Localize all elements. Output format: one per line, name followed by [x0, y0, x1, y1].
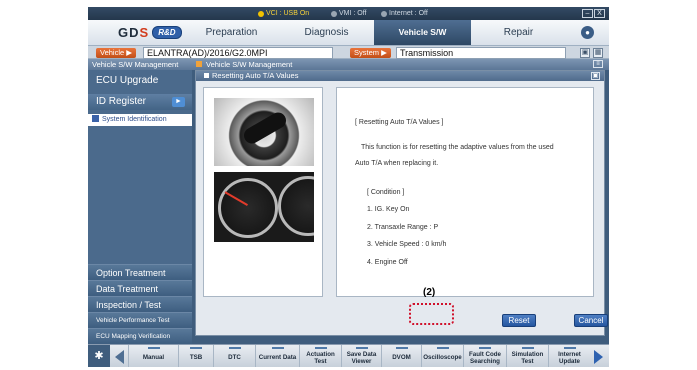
- vehicle-info-bar: Vehicle ▶ ELANTRA(AD)/2016/G2.0MPI Syste…: [88, 45, 609, 59]
- vehicle-label: Vehicle ▶: [96, 48, 137, 58]
- instruction-text: Auto T/A when replacing it.: [355, 160, 439, 167]
- internet-status-icon: [381, 10, 387, 17]
- menu-preparation[interactable]: Preparation: [184, 20, 279, 45]
- condition-item: 4. Engine Off: [367, 259, 408, 266]
- sidebar-item-option-treatment[interactable]: Option Treatment: [88, 264, 192, 280]
- reset-highlight-box: [409, 303, 454, 325]
- sidebar: ECU Upgrade ID Register ► System Identif…: [88, 70, 192, 344]
- system-field[interactable]: Transmission: [396, 47, 566, 59]
- internet-status-text: Internet : Off: [389, 10, 428, 17]
- close-button[interactable]: X: [594, 9, 605, 18]
- instruction-text: This function is for resetting the adapt…: [361, 144, 554, 151]
- toolbar-save-data-viewer[interactable]: Save Data Viewer: [341, 345, 381, 367]
- toolbar-dvom[interactable]: DVOM: [381, 345, 421, 367]
- bottom-toolbar: ✱ Manual TSB DTC Current Data Actuation T…: [88, 344, 609, 367]
- section-menu-icon[interactable]: ≡: [593, 60, 603, 68]
- reset-dialog-panel: Resetting Auto T/A Values ▣ [ Resetting …: [195, 70, 608, 336]
- sidebar-item-ecu-mapping-verification[interactable]: ECU Mapping Verification: [88, 328, 192, 344]
- section-title-right: Vehicle S/W Management: [206, 60, 293, 69]
- instrument-cluster-image: [214, 172, 314, 242]
- step-annotation: (2): [423, 287, 436, 298]
- search-icon[interactable]: ●: [581, 26, 594, 39]
- sidebar-item-system-identification[interactable]: System Identification: [88, 114, 192, 126]
- condition-item: 2. Transaxle Range : P: [367, 224, 439, 231]
- toolbar-oscilloscope[interactable]: Oscilloscope: [421, 345, 463, 367]
- vmi-status-text: VMI : Off: [339, 10, 367, 17]
- tools-icon[interactable]: ✱: [88, 345, 110, 367]
- chevron-right-icon[interactable]: [594, 350, 603, 364]
- chevron-right-icon: ►: [172, 97, 185, 107]
- condition-heading: [ Condition ]: [367, 189, 405, 196]
- panel-title-bar: Resetting Auto T/A Values ▣: [196, 71, 604, 81]
- menu-repair[interactable]: Repair: [471, 20, 566, 45]
- toolbar-internet-update[interactable]: Internet Update: [548, 345, 590, 367]
- panel-close-icon[interactable]: ▣: [591, 72, 600, 80]
- status-bar: VCI : USB On VMI : Off Internet : Off – …: [88, 7, 609, 20]
- system-label: System ▶: [350, 48, 391, 58]
- menu-diagnosis[interactable]: Diagnosis: [279, 20, 374, 45]
- rd-badge: R&D: [152, 26, 182, 39]
- illustration-box: [203, 87, 323, 297]
- vci-status: VCI : USB On: [258, 7, 309, 20]
- vci-status-icon: [258, 10, 264, 17]
- main-menu-bar: GDS R&D Preparation Diagnosis Vehicle S/…: [88, 20, 609, 62]
- toolbar-actuation-test[interactable]: Actuation Test: [299, 345, 341, 367]
- sidebar-item-label: System Identification: [102, 116, 167, 123]
- vmi-status: VMI : Off: [331, 7, 367, 20]
- window-controls: – X: [582, 9, 605, 18]
- toolbar-simulation-test[interactable]: Simulation Test: [506, 345, 548, 367]
- toolbar-tsb[interactable]: TSB: [178, 345, 213, 367]
- panel-title: Resetting Auto T/A Values: [212, 71, 299, 80]
- minimize-button[interactable]: –: [582, 9, 593, 18]
- condition-item: 1. IG. Key On: [367, 206, 410, 213]
- sidebar-item-label: ID Register: [96, 96, 147, 107]
- cancel-button[interactable]: Cancel: [574, 314, 608, 327]
- panel-title-icon: [204, 73, 209, 78]
- vehicle-info-icon[interactable]: ▣: [580, 48, 590, 58]
- sidebar-item-vehicle-performance-test[interactable]: Vehicle Performance Test: [88, 312, 192, 328]
- instruction-heading: [ Resetting Auto T/A Values ]: [355, 119, 444, 126]
- ignition-key-image: [214, 98, 314, 166]
- vci-status-text: VCI : USB On: [266, 10, 310, 17]
- sidebar-item-inspection-test[interactable]: Inspection / Test: [88, 296, 192, 312]
- toolbar-current-data[interactable]: Current Data: [255, 345, 299, 367]
- internet-status: Internet : Off: [381, 7, 428, 20]
- gds-logo-text: GDS: [118, 25, 150, 40]
- chevron-left-icon[interactable]: [115, 350, 124, 364]
- section-icon: [196, 61, 202, 67]
- section-header: Vehicle S/W Management Vehicle S/W Manag…: [88, 59, 609, 70]
- menu-vehicle-sw-management[interactable]: Vehicle S/W Management: [374, 20, 471, 62]
- vehicle-field[interactable]: ELANTRA(AD)/2016/G2.0MPI: [143, 47, 333, 59]
- section-title-left: Vehicle S/W Management: [92, 60, 179, 69]
- toolbar-manual[interactable]: Manual: [128, 345, 178, 367]
- sidebar-item-ecu-upgrade[interactable]: ECU Upgrade: [88, 73, 192, 89]
- condition-item: 3. Vehicle Speed : 0 km/h: [367, 241, 447, 248]
- gds-logo: GDS R&D: [118, 25, 182, 40]
- vmi-status-icon: [331, 10, 337, 17]
- window-list-icon[interactable]: ▦: [593, 48, 603, 58]
- sidebar-item-data-treatment[interactable]: Data Treatment: [88, 280, 192, 296]
- sidebar-item-id-register[interactable]: ID Register ►: [88, 94, 192, 110]
- reset-button[interactable]: Reset: [502, 314, 536, 327]
- toolbar-dtc[interactable]: DTC: [213, 345, 255, 367]
- toolbar-fault-code-searching[interactable]: Fault Code Searching: [463, 345, 506, 367]
- document-icon: [92, 115, 99, 122]
- gds-window: VCI : USB On VMI : Off Internet : Off – …: [88, 7, 609, 367]
- instructions-box: [ Resetting Auto T/A Values ] This funct…: [336, 87, 594, 297]
